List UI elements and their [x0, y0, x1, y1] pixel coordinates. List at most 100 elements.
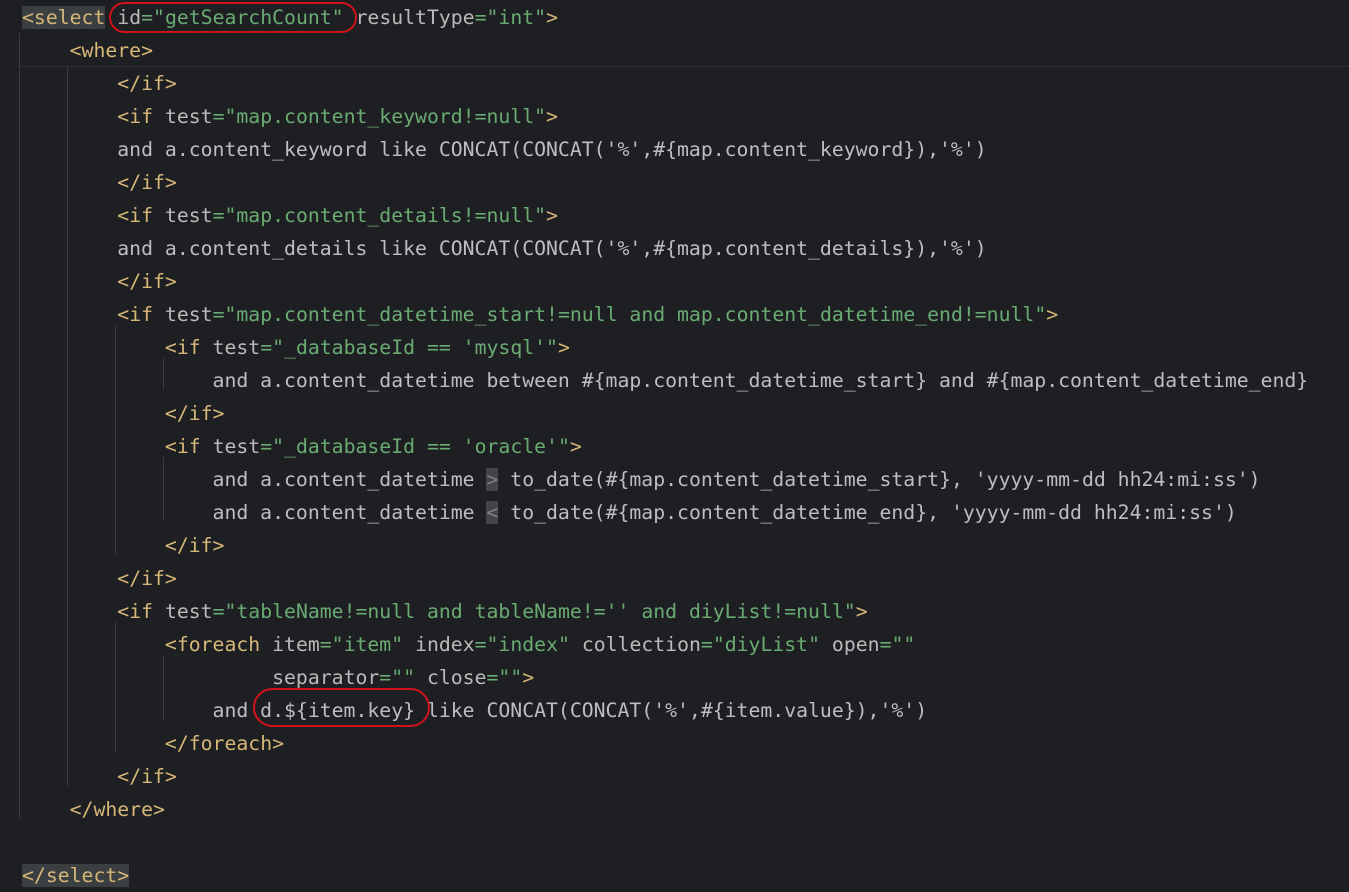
- code-token: ="": [379, 666, 416, 689]
- code-token: >: [486, 468, 499, 491]
- code-token: <if: [117, 204, 154, 227]
- code-token: ="_databaseId == 'mysql'": [260, 336, 558, 359]
- code-token: </if>: [117, 270, 177, 293]
- code-token: test: [164, 204, 213, 227]
- code-line: </if>: [22, 67, 177, 100]
- code-token: ="map.content_details!=null": [212, 204, 547, 227]
- code-token: and a.content_keyword like CONCAT(CONCAT…: [22, 138, 987, 161]
- code-token: <foreach: [164, 633, 261, 656]
- code-line: and a.content_details like CONCAT(CONCAT…: [22, 232, 987, 265]
- code-line: <if test="map.content_keyword!=null">: [22, 100, 558, 133]
- code-token: </if>: [117, 765, 177, 788]
- code-token: >: [855, 600, 868, 623]
- code-token: >: [557, 336, 570, 359]
- code-token: and d.${item.key} like CONCAT(CONCAT('%'…: [22, 699, 928, 722]
- code-token: ="map.content_datetime_start!=null and m…: [212, 303, 1047, 326]
- code-line: <if test="tableName!=null and tableName!…: [22, 595, 868, 628]
- code-line: </if>: [22, 529, 225, 562]
- code-token: >: [522, 666, 535, 689]
- code-line: </if>: [22, 166, 177, 199]
- code-line: and a.content_datetime between #{map.con…: [22, 364, 1309, 397]
- code-token: and a.content_datetime: [22, 468, 487, 491]
- code-token: <if: [164, 435, 201, 458]
- code-token: to_date(#{map.content_datetime_start}, '…: [498, 468, 1261, 491]
- code-token: </foreach>: [164, 732, 285, 755]
- code-token: test: [164, 105, 213, 128]
- code-token: <where>: [69, 39, 154, 62]
- code-line: <where>: [22, 34, 153, 67]
- code-token: and a.content_datetime between #{map.con…: [22, 369, 1309, 392]
- code-line: <if test="map.content_datetime_start!=nu…: [22, 298, 1058, 331]
- code-line: <if test="_databaseId == 'oracle'">: [22, 430, 582, 463]
- code-token: index: [415, 633, 475, 656]
- code-line: <foreach item="item" index="index" colle…: [22, 628, 915, 661]
- code-token: </if>: [117, 567, 177, 590]
- code-token: >: [546, 105, 558, 128]
- code-token: and a.content_datetime: [22, 501, 487, 524]
- code-editor[interactable]: <select id="getSearchCount" resultType="…: [0, 0, 1349, 887]
- code-line: and a.content_keyword like CONCAT(CONCAT…: [22, 133, 987, 166]
- code-token: >: [546, 204, 558, 227]
- code-token: and a.content_details like CONCAT(CONCAT…: [22, 237, 987, 260]
- code-token: item: [272, 633, 320, 656]
- code-line: </where>: [22, 793, 165, 826]
- code-token: >: [1046, 303, 1059, 326]
- code-token: <: [486, 501, 499, 524]
- code-token: <if: [164, 336, 201, 359]
- code-token: open: [831, 633, 880, 656]
- code-token: test: [212, 336, 261, 359]
- code-token: <if: [117, 105, 154, 128]
- code-token: </if>: [164, 534, 225, 557]
- code-line: </foreach>: [22, 727, 284, 760]
- code-line: and a.content_datetime < to_date(#{map.c…: [22, 496, 1237, 529]
- code-line: </if>: [22, 562, 177, 595]
- code-token: ="diyList": [700, 633, 820, 656]
- indent-guide: [19, 33, 20, 819]
- code-line: <if test="map.content_details!=null">: [22, 199, 558, 232]
- code-token: >: [569, 435, 582, 458]
- code-line: </select>: [22, 859, 130, 892]
- code-token: >: [546, 6, 558, 29]
- code-token: test: [164, 303, 213, 326]
- code-token: close: [426, 666, 487, 689]
- code-token: ="map.content_keyword!=null": [212, 105, 547, 128]
- code-token: <if: [117, 600, 154, 623]
- code-token: resultType: [355, 6, 475, 29]
- code-token: ="item": [319, 633, 404, 656]
- code-token: ="int": [474, 6, 547, 29]
- code-token: </where>: [69, 798, 165, 821]
- code-token: <select: [22, 6, 106, 29]
- code-line: <if test="_databaseId == 'mysql'">: [22, 331, 570, 364]
- code-token: separator: [272, 666, 380, 689]
- code-token: </if>: [117, 171, 177, 194]
- code-token: </if>: [117, 72, 177, 95]
